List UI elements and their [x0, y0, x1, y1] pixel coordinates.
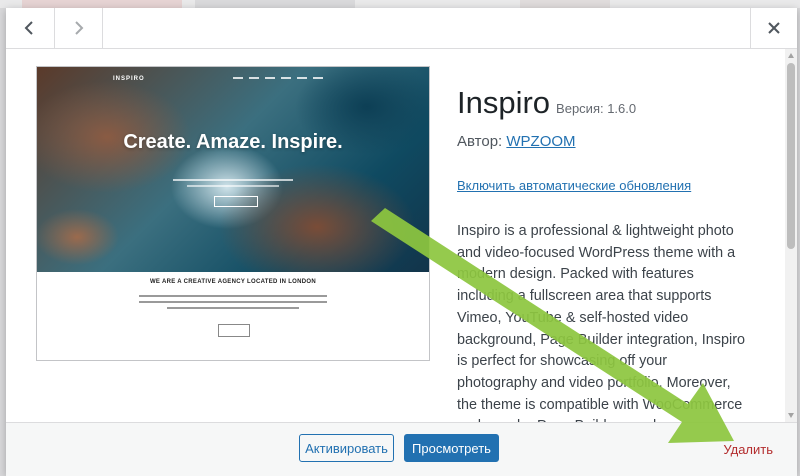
- screenshot-text-line: [139, 295, 327, 297]
- screenshot-lower-section: WE ARE A CREATIVE AGENCY LOCATED IN LOND…: [37, 272, 429, 360]
- previous-theme-button[interactable]: [6, 8, 55, 48]
- screenshot-logo: INSPIRO: [113, 76, 145, 82]
- theme-version: Версия: 1.6.0: [556, 101, 637, 116]
- screenshot-headline: Create. Amaze. Inspire.: [123, 131, 343, 153]
- scrollbar-thumb[interactable]: [787, 63, 795, 249]
- chevron-left-icon: [24, 21, 33, 35]
- close-icon: [768, 22, 780, 34]
- preview-button[interactable]: Просмотреть: [404, 434, 499, 462]
- theme-screenshot: INSPIRO Create. Amaze. Inspire. WE ARE A…: [36, 66, 430, 361]
- scroll-down-icon[interactable]: [788, 413, 794, 418]
- enable-auto-updates-link[interactable]: Включить автоматические обновления: [457, 178, 691, 193]
- screenshot-hero: INSPIRO Create. Amaze. Inspire.: [37, 67, 429, 272]
- modal-header: [6, 8, 797, 49]
- screenshot-menu: [233, 77, 323, 79]
- activate-button[interactable]: Активировать: [299, 434, 394, 462]
- theme-description: Inspiro is a professional & lightweight …: [457, 223, 745, 422]
- author-label: Автор:: [457, 133, 503, 150]
- scroll-up-icon[interactable]: [788, 53, 794, 58]
- author-link[interactable]: WPZOOM: [506, 133, 575, 150]
- screenshot-tagline: WE ARE A CREATIVE AGENCY LOCATED IN LOND…: [149, 279, 317, 285]
- modal-content: INSPIRO Create. Amaze. Inspire. WE ARE A…: [6, 49, 785, 422]
- screenshot-hero-button: [214, 196, 258, 207]
- next-theme-button[interactable]: [54, 8, 103, 48]
- screenshot-text-line: [139, 301, 327, 303]
- screenshot-subline: [187, 185, 279, 187]
- chevron-right-icon: [75, 21, 84, 35]
- theme-details-modal: INSPIRO Create. Amaze. Inspire. WE ARE A…: [6, 8, 797, 476]
- screenshot-text-line: [167, 307, 299, 309]
- modal-footer: Активировать Просмотреть Удалить: [6, 422, 797, 476]
- content-scrollbar[interactable]: [785, 49, 797, 422]
- close-modal-button[interactable]: [750, 8, 797, 48]
- theme-title: Inspiro Версия: 1.6.0: [457, 85, 636, 121]
- screenshot-subline: [173, 179, 293, 181]
- background-strip: [0, 0, 800, 8]
- theme-author: Автор: WPZOOM: [457, 133, 576, 150]
- theme-name: Inspiro: [457, 85, 551, 120]
- screenshot-about-button: [218, 324, 250, 337]
- delete-theme-link[interactable]: Удалить: [723, 442, 773, 457]
